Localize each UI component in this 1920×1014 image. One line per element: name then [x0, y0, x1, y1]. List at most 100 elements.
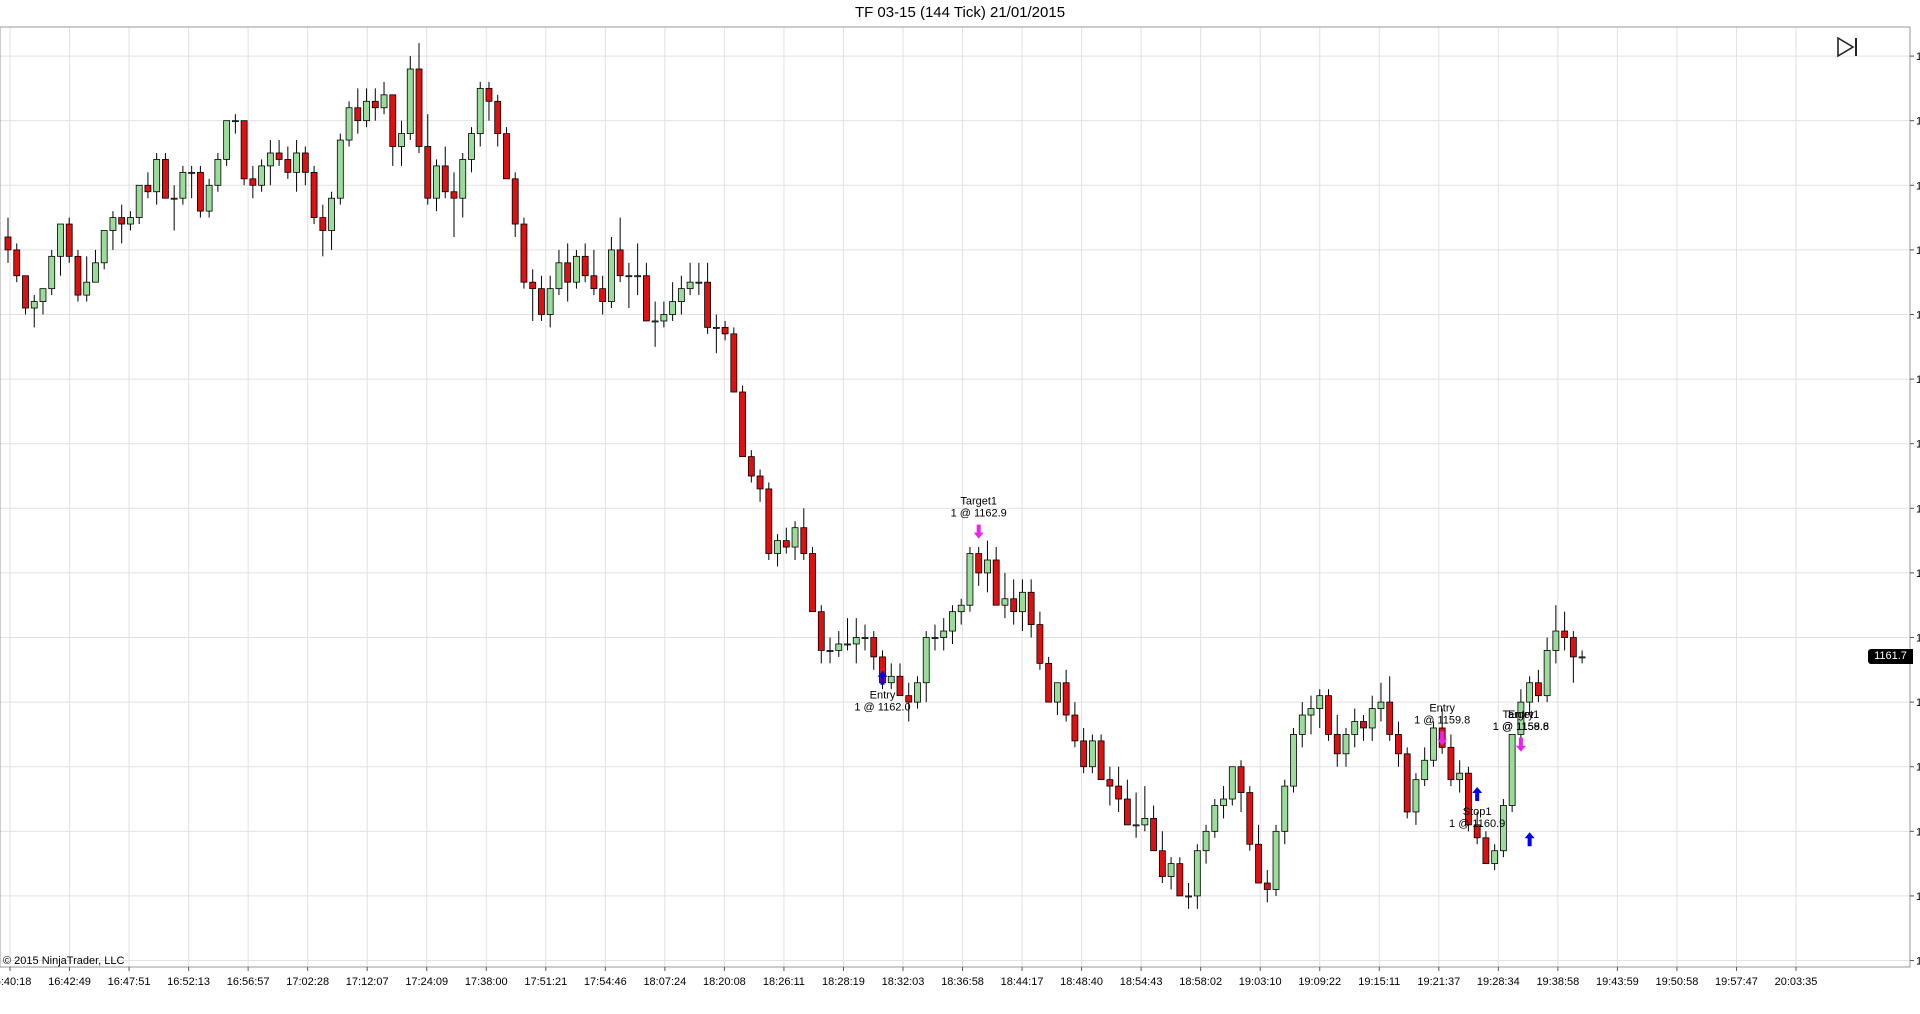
- candle-down: [4, 236, 12, 251]
- candle-up: [922, 637, 930, 684]
- candle-up: [476, 87, 484, 134]
- x-tick-label: 16:42:49: [48, 976, 91, 988]
- candle-down: [1123, 798, 1131, 826]
- candle-down: [503, 133, 510, 180]
- candle-down: [975, 553, 983, 574]
- candle-down: [730, 333, 738, 393]
- candle-up: [39, 288, 47, 302]
- candle-up: [135, 184, 143, 218]
- y-tick-label: 1160.0: [1916, 762, 1920, 774]
- x-tick-label: 17:51:21: [524, 976, 567, 988]
- candle-up: [109, 217, 117, 231]
- candle-down: [747, 456, 755, 477]
- candle-down: [616, 249, 624, 277]
- x-tick-label: 18:20:08: [703, 976, 746, 988]
- candle-down: [870, 637, 878, 658]
- candle-up: [1193, 850, 1201, 897]
- candle-up: [1220, 798, 1227, 806]
- candle-up: [1351, 721, 1359, 735]
- candle-up: [57, 223, 64, 257]
- candle-up: [1228, 766, 1236, 800]
- x-tick-label: 17:54:46: [584, 976, 627, 988]
- candle-up: [1526, 682, 1534, 703]
- candle-down: [1333, 734, 1341, 755]
- candle-up: [791, 527, 799, 548]
- candle-up: [100, 230, 108, 264]
- candle-up: [1202, 830, 1210, 852]
- marker-label: Entry: [1508, 709, 1534, 721]
- candle-down: [1045, 662, 1053, 703]
- candle-up: [1307, 708, 1315, 716]
- candle-down: [511, 178, 519, 225]
- candle-up: [931, 637, 939, 639]
- candle-up: [1377, 701, 1385, 709]
- candle-down: [1255, 843, 1262, 884]
- candle-down: [1360, 721, 1367, 729]
- candle-down: [590, 275, 598, 290]
- x-tick-label: 18:07:24: [643, 976, 686, 988]
- buy-arrow-icon: [877, 670, 888, 685]
- candle-up: [170, 197, 178, 200]
- marker-sublabel: 1 @ 1159.6: [1493, 721, 1549, 733]
- candle-down: [739, 391, 746, 458]
- candle-down: [1534, 682, 1542, 697]
- x-tick-label: 18:58:02: [1179, 976, 1222, 988]
- y-tick-label: 1159.0: [1916, 826, 1920, 838]
- sell-arrow-icon: [1515, 737, 1526, 752]
- candle-up: [573, 255, 580, 283]
- candle-up: [546, 288, 554, 315]
- candle-up: [1430, 727, 1437, 761]
- candle-up: [949, 611, 956, 632]
- candle-up: [634, 275, 642, 278]
- y-tick-label: 1164.0: [1916, 503, 1920, 515]
- x-tick-label: 16:52:13: [167, 976, 210, 988]
- candle-down: [765, 488, 773, 554]
- marker-label: Stop1: [1463, 806, 1492, 818]
- candle-up: [179, 171, 187, 199]
- candle-up: [205, 184, 213, 212]
- candlestick-chart[interactable]: Entry1 @ 1162.0Target11 @ 1162.9Entry1 @…: [0, 0, 1920, 1014]
- candle-down: [1447, 746, 1455, 781]
- candle-up: [1088, 740, 1096, 768]
- candle-up: [258, 165, 266, 186]
- candle-down: [1106, 779, 1114, 787]
- scroll-to-end-button[interactable]: [1834, 35, 1860, 59]
- candle-up: [1578, 656, 1586, 659]
- candle-up: [83, 281, 91, 296]
- candle-down: [756, 475, 764, 490]
- x-tick-label: 19:28:34: [1477, 976, 1520, 988]
- x-tick-label: 18:48:40: [1060, 976, 1103, 988]
- candle-up: [266, 152, 274, 167]
- x-tick-label: 19:15:11: [1358, 976, 1400, 988]
- candle-up: [1054, 682, 1061, 703]
- buy-arrow-icon: [1472, 787, 1483, 802]
- candle-down: [782, 540, 790, 548]
- candle-down: [494, 100, 502, 134]
- candle-down: [74, 255, 82, 296]
- candle-up: [336, 139, 344, 199]
- y-tick-label: 1162.0: [1916, 633, 1920, 645]
- candle-down: [800, 527, 808, 554]
- y-tick-label: 1165.0: [1916, 439, 1920, 451]
- candle-down: [310, 171, 318, 218]
- candle-down: [1158, 850, 1166, 877]
- candle-down: [809, 553, 816, 613]
- candle-down: [599, 288, 607, 302]
- candle-up: [363, 100, 370, 122]
- candle-down: [1561, 630, 1569, 638]
- x-tick-label: 18:44:17: [1001, 976, 1044, 988]
- candle-up: [223, 120, 231, 160]
- candle-layer: [4, 43, 1586, 909]
- candle-down: [1115, 785, 1123, 800]
- candle-down: [1080, 740, 1088, 768]
- candle-down: [1097, 740, 1105, 781]
- x-tick-label: 17:24:09: [405, 976, 448, 988]
- x-tick-label: 18:28:19: [822, 976, 865, 988]
- candle-down: [424, 146, 432, 199]
- x-tick-label: 17:38:00: [465, 976, 508, 988]
- candle-down: [642, 275, 650, 322]
- candle-down: [1071, 714, 1079, 742]
- candle-up: [380, 94, 388, 109]
- x-tick-label: 19:03:10: [1239, 976, 1282, 988]
- candle-up: [669, 301, 677, 315]
